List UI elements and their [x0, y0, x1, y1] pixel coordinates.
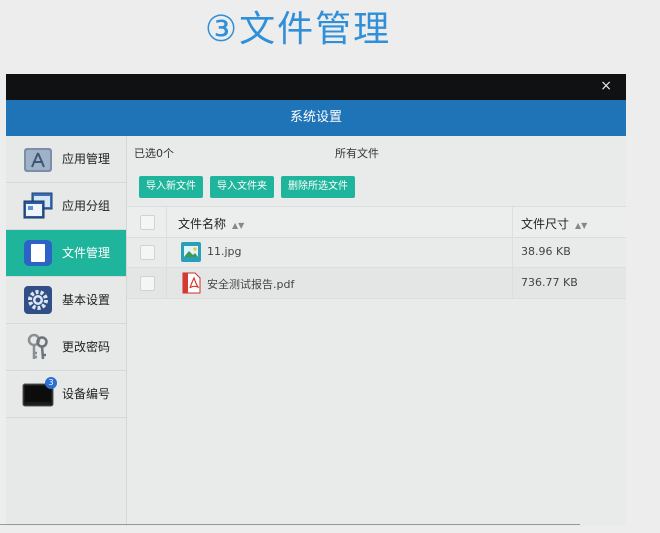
sidebar-item-label: 基本设置	[62, 293, 111, 307]
sidebar-item-basic-settings[interactable]: 基本设置	[6, 277, 126, 324]
name-header-label: 文件名称	[178, 217, 227, 231]
pdf-file-icon	[182, 272, 201, 294]
close-button[interactable]: ×	[600, 78, 612, 94]
file-size: 38.96 KB	[521, 245, 571, 258]
sidebar-item-label: 文件管理	[62, 246, 111, 260]
sidebar-item-label: 应用分组	[62, 199, 111, 213]
sidebar-item-label: 更改密码	[62, 340, 111, 354]
window-title: 系统设置	[6, 100, 626, 136]
device-badge: 3	[45, 377, 57, 389]
sidebar-item-label: 应用管理	[62, 152, 111, 166]
column-divider	[166, 268, 167, 298]
name-column-header[interactable]: 文件名称 ▲▼	[178, 215, 244, 232]
bottom-divider	[0, 524, 580, 525]
info-row: 已选0个 所有文件	[127, 136, 626, 166]
import-file-button[interactable]: 导入新文件	[139, 176, 203, 198]
size-column-header[interactable]: 文件尺寸 ▲▼	[521, 215, 587, 232]
sidebar-item-app-management[interactable]: 应用管理	[6, 136, 126, 183]
column-divider	[166, 207, 167, 237]
gear-icon	[24, 286, 52, 314]
app-store-icon	[24, 148, 52, 172]
sort-icon[interactable]: ▲▼	[232, 221, 244, 230]
column-divider	[512, 207, 513, 237]
file-icon	[24, 240, 52, 266]
file-name: 安全测试报告.pdf	[207, 278, 295, 291]
sidebar-item-device-number[interactable]: 3 设备编号	[6, 371, 126, 418]
row-checkbox[interactable]	[140, 276, 155, 291]
sidebar-item-app-group[interactable]: 应用分组	[6, 183, 126, 230]
table-row[interactable]: 11.jpg 38.96 KB	[127, 237, 626, 268]
delete-selected-button[interactable]: 删除所选文件	[281, 176, 355, 198]
settings-window: × 系统设置 应用管理 应用分组 文件管理 基本设置 更改密码 3 设备编号 已…	[6, 74, 626, 526]
sidebar-item-label: 设备编号	[62, 387, 111, 401]
table-row[interactable]: 安全测试报告.pdf 736.77 KB	[127, 268, 626, 299]
sidebar-item-file-management[interactable]: 文件管理	[6, 230, 126, 277]
file-name: 11.jpg	[207, 245, 242, 258]
size-header-label: 文件尺寸	[521, 217, 570, 231]
table-header: 文件名称 ▲▼ 文件尺寸 ▲▼	[127, 206, 626, 238]
column-divider	[512, 268, 513, 298]
select-all-checkbox[interactable]	[140, 215, 155, 230]
column-divider	[166, 237, 167, 267]
sort-icon[interactable]: ▲▼	[575, 221, 587, 230]
page-heading: ③文件管理	[204, 9, 392, 50]
import-folder-button[interactable]: 导入文件夹	[210, 176, 274, 198]
selected-count: 已选0个	[134, 147, 174, 160]
row-checkbox[interactable]	[140, 245, 155, 260]
windows-group-icon	[23, 192, 53, 219]
file-size: 736.77 KB	[521, 276, 578, 289]
sidebar-item-change-password[interactable]: 更改密码	[6, 324, 126, 371]
window-top-bar: ×	[6, 74, 626, 100]
all-files-label: 所有文件	[335, 147, 379, 160]
sidebar: 应用管理 应用分组 文件管理 基本设置 更改密码 3 设备编号	[6, 136, 127, 526]
image-file-icon	[181, 242, 201, 262]
column-divider	[512, 237, 513, 267]
keys-icon	[27, 333, 48, 360]
main-panel: 已选0个 所有文件 导入新文件 导入文件夹 删除所选文件 文件名称 ▲▼ 文件尺寸…	[127, 136, 626, 526]
